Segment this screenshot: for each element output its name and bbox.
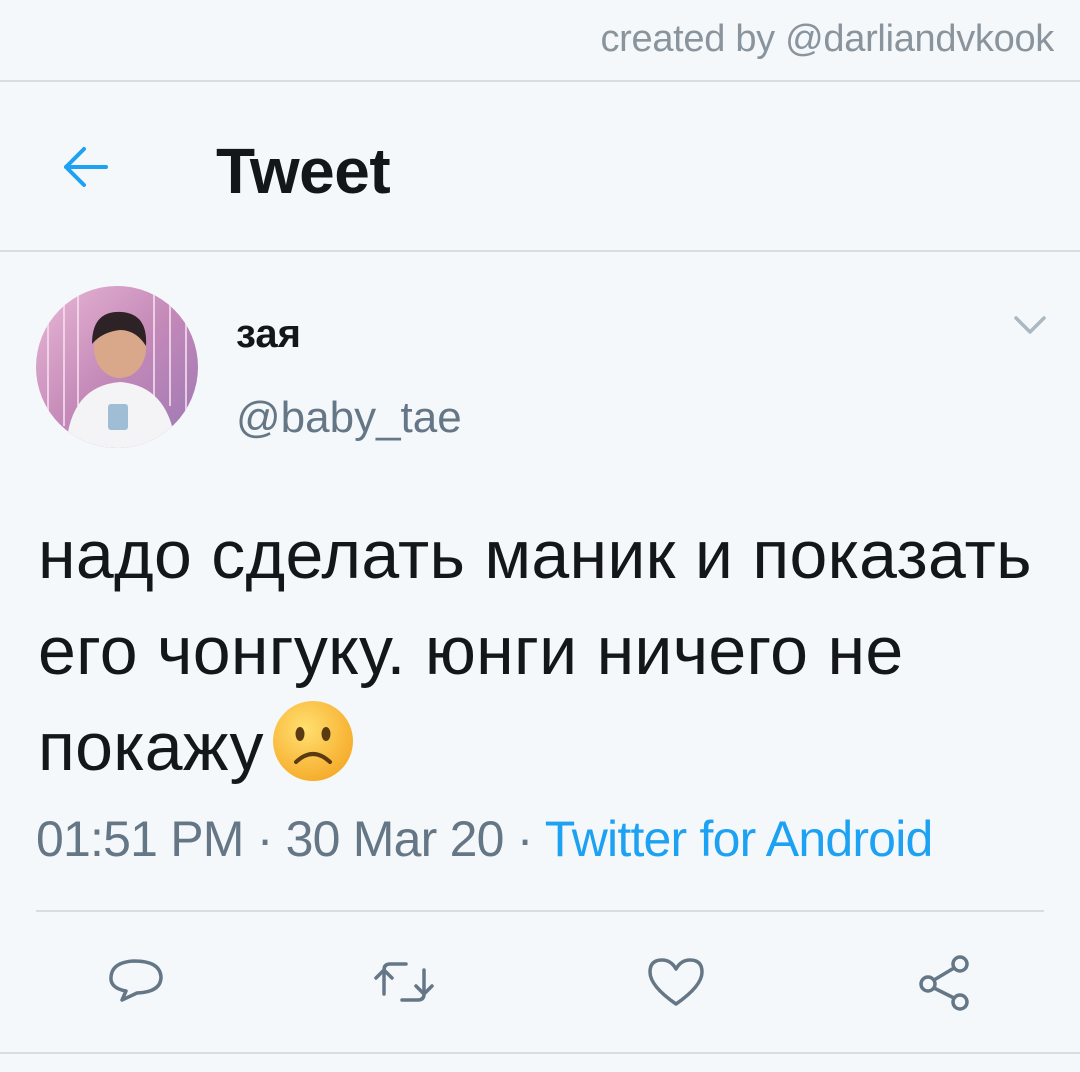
tweet-text: надо сделать маник и показать его чонгук…: [38, 507, 1048, 795]
page-title: Tweet: [216, 135, 391, 207]
header-divider: [0, 250, 1080, 252]
action-bar: [0, 940, 1080, 1020]
avatar[interactable]: [36, 286, 198, 448]
avatar-image: [36, 286, 198, 448]
tweet-time: 01:51 PM: [36, 811, 244, 867]
meta-divider: [36, 910, 1044, 912]
watermark-credit: created by @darliandvkook: [600, 18, 1054, 60]
display-name[interactable]: зая: [236, 312, 301, 357]
tweet-date: 30 Mar 20: [285, 811, 505, 867]
user-handle[interactable]: @baby_tae: [236, 393, 462, 443]
tweet-source-link[interactable]: Twitter for Android: [545, 811, 934, 867]
tweet-text-content: надо сделать маник и показать его чонгук…: [38, 517, 1032, 785]
share-icon[interactable]: [912, 950, 976, 1014]
bottom-divider: [0, 1052, 1080, 1054]
meta-separator: ·: [243, 811, 286, 867]
arrow-left-icon[interactable]: [58, 140, 112, 194]
header-bar: Tweet: [0, 82, 1080, 250]
frowning-face-emoji: [272, 701, 353, 781]
meta-separator: ·: [503, 811, 545, 867]
like-icon[interactable]: [644, 950, 708, 1014]
retweet-icon[interactable]: [372, 950, 436, 1014]
chevron-down-icon[interactable]: [1008, 308, 1052, 344]
reply-icon[interactable]: [104, 950, 168, 1014]
tweet-meta: 01:51 PM · 30 Mar 20 · Twitter for Andro…: [36, 810, 933, 868]
